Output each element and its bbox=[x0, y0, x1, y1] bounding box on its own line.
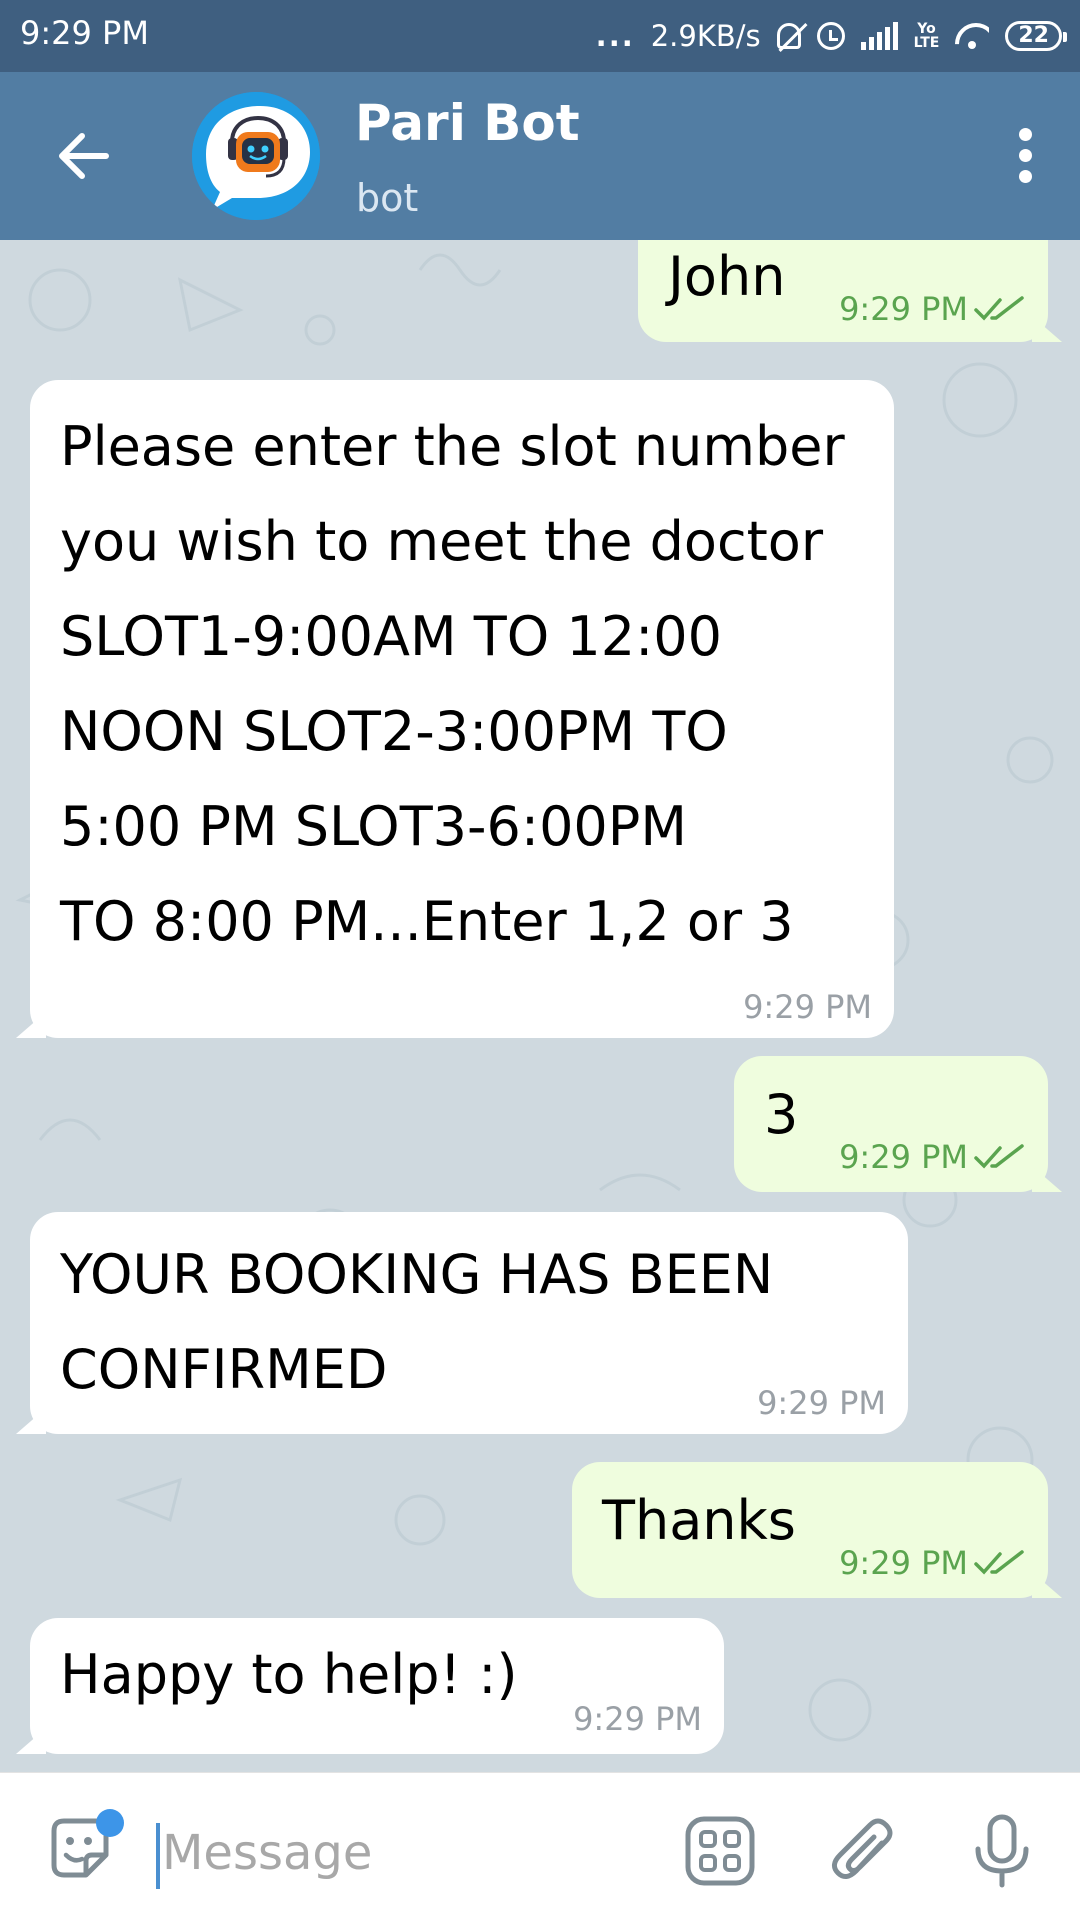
voice-message-button[interactable] bbox=[964, 1813, 1040, 1889]
signal-icon bbox=[860, 22, 898, 50]
message-line: Please enter the slot number bbox=[60, 415, 845, 478]
keyboard-grid-icon bbox=[685, 1816, 755, 1886]
robot-avatar-icon bbox=[192, 92, 320, 220]
microphone-icon bbox=[975, 1814, 1029, 1888]
menu-dot bbox=[1018, 149, 1032, 162]
chat-title[interactable]: Pari Bot bbox=[355, 94, 580, 152]
bot-avatar[interactable] bbox=[192, 92, 320, 220]
network-speed: 2.9KB/s bbox=[650, 19, 761, 53]
message-meta: 9:29 PM bbox=[573, 1700, 702, 1738]
message-composer bbox=[0, 1772, 1080, 1920]
message-line: 5:00 PM SLOT3-6:00PM bbox=[60, 795, 687, 858]
more-notifications-icon: ... bbox=[595, 19, 635, 53]
arrow-left-icon bbox=[59, 133, 109, 179]
message-list[interactable]: John 9:29 PM Please enter the slot numbe… bbox=[0, 240, 1080, 1772]
message-time: 9:29 PM bbox=[757, 1384, 886, 1422]
double-check-icon bbox=[974, 1550, 1026, 1576]
outgoing-message[interactable]: John 9:29 PM bbox=[638, 240, 1062, 342]
message-text: 3 bbox=[764, 1083, 799, 1146]
wifi-icon bbox=[955, 23, 989, 49]
battery-icon: 22 bbox=[1005, 21, 1067, 51]
outgoing-message[interactable]: 3 9:29 PM bbox=[734, 1056, 1062, 1192]
message-text: Thanks bbox=[602, 1489, 796, 1552]
message-line: CONFIRMED bbox=[60, 1338, 388, 1401]
menu-dot bbox=[1018, 170, 1032, 183]
double-check-icon bbox=[974, 296, 1026, 322]
message-meta: 9:29 PM bbox=[839, 290, 1026, 328]
message-time: 9:29 PM bbox=[743, 988, 872, 1026]
more-options-button[interactable] bbox=[1010, 128, 1040, 188]
status-time: 9:29 PM bbox=[20, 14, 149, 52]
volte-icon: Yo LTE bbox=[914, 22, 940, 50]
alarm-icon bbox=[816, 22, 845, 50]
message-line: YOUR BOOKING HAS BEEN bbox=[60, 1243, 774, 1306]
status-icons: ... 2.9KB/s Yo LTE 22 bbox=[595, 14, 1067, 58]
message-text: Happy to help! :) bbox=[60, 1643, 518, 1706]
message-time: 9:29 PM bbox=[839, 1544, 968, 1582]
incoming-message[interactable]: Please enter the slot number you wish to… bbox=[16, 380, 894, 1038]
paperclip-icon bbox=[832, 1818, 893, 1879]
message-input[interactable] bbox=[162, 1813, 662, 1893]
attach-button[interactable] bbox=[826, 1813, 902, 1889]
message-meta: 9:29 PM bbox=[757, 1384, 886, 1422]
chat-subtitle: bot bbox=[356, 176, 419, 220]
message-time: 9:29 PM bbox=[839, 290, 968, 328]
message-line: you wish to meet the doctor bbox=[60, 510, 824, 573]
outgoing-message[interactable]: Thanks 9:29 PM bbox=[572, 1462, 1062, 1598]
volte-bottom-label: LTE bbox=[913, 35, 940, 51]
message-meta: 9:29 PM bbox=[743, 988, 872, 1026]
new-stickers-badge bbox=[96, 1809, 124, 1837]
message-meta: 9:29 PM bbox=[839, 1138, 1026, 1176]
message-text: John bbox=[668, 245, 786, 308]
bot-commands-button[interactable] bbox=[682, 1813, 758, 1889]
status-bar: 9:29 PM ... 2.9KB/s Yo LTE 22 bbox=[0, 0, 1080, 72]
message-time: 9:29 PM bbox=[839, 1138, 968, 1176]
chat-header: Pari Bot bot bbox=[0, 72, 1080, 240]
message-meta: 9:29 PM bbox=[839, 1544, 1026, 1582]
menu-dot bbox=[1018, 128, 1032, 141]
message-time: 9:29 PM bbox=[573, 1700, 702, 1738]
muted-bell-icon bbox=[776, 23, 801, 49]
message-text: Please enter the slot number you wish to… bbox=[30, 380, 894, 969]
incoming-message[interactable]: Happy to help! :) 9:29 PM bbox=[16, 1618, 724, 1754]
back-button[interactable] bbox=[48, 120, 120, 192]
message-line: TO 8:00 PM...Enter 1,2 or 3 bbox=[60, 890, 794, 953]
double-check-icon bbox=[974, 1144, 1026, 1170]
message-line: NOON SLOT2-3:00PM TO bbox=[60, 700, 728, 763]
incoming-message[interactable]: YOUR BOOKING HAS BEEN CONFIRMED 9:29 PM bbox=[16, 1212, 908, 1434]
message-line: SLOT1-9:00AM TO 12:00 bbox=[60, 605, 723, 668]
text-cursor bbox=[156, 1823, 160, 1889]
